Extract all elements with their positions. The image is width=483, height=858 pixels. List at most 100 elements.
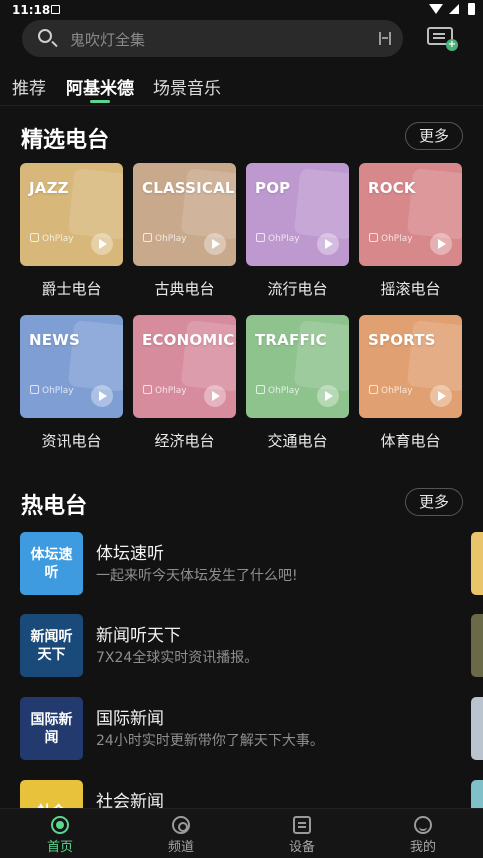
tile-cover-text: TRAFFIC: [255, 331, 327, 349]
radio-title: 新闻听天下: [96, 626, 181, 646]
brand-logo: OhPlay: [143, 233, 187, 244]
hot-more-button[interactable]: 更多: [405, 488, 463, 516]
play-icon[interactable]: [91, 233, 113, 255]
play-icon[interactable]: [204, 385, 226, 407]
brand-logo: OhPlay: [369, 385, 413, 396]
play-icon[interactable]: [317, 233, 339, 255]
station-tile[interactable]: TRAFFIC OhPlay: [246, 315, 349, 418]
carousel-peek: [471, 697, 483, 760]
station-label[interactable]: 资讯电台: [20, 430, 123, 451]
station-label[interactable]: 交通电台: [246, 430, 349, 451]
brand-icon: [30, 233, 39, 242]
top-tabs: 推荐 阿基米德 场景音乐: [0, 74, 483, 103]
search-bar[interactable]: 鬼吹灯全集: [22, 20, 403, 57]
station-label[interactable]: 古典电台: [133, 278, 236, 299]
nav-mine[interactable]: 我的: [383, 809, 463, 858]
play-icon[interactable]: [204, 233, 226, 255]
brand-logo: OhPlay: [30, 233, 74, 244]
brand-text: OhPlay: [381, 234, 413, 244]
brand-text: OhPlay: [155, 234, 187, 244]
station-tile[interactable]: POP OhPlay: [246, 163, 349, 266]
brand-logo: OhPlay: [369, 233, 413, 244]
bottom-nav: 首页 频道 设备 我的: [0, 808, 483, 858]
brand-text: OhPlay: [268, 386, 300, 396]
radio-cover-text: 新闻听天下: [30, 628, 73, 663]
station-tile[interactable]: ECONOMICS OhPlay: [133, 315, 236, 418]
search-icon: [38, 29, 52, 43]
carousel-peek: [471, 532, 483, 595]
nav-home[interactable]: 首页: [20, 809, 100, 858]
nav-channel[interactable]: 频道: [141, 809, 221, 858]
radio-cover-text: 体坛速听: [30, 546, 73, 581]
tab-recommend[interactable]: 推荐: [12, 74, 46, 99]
signal-icon: [449, 4, 459, 14]
radio-title: 体坛速听: [96, 544, 164, 564]
cover-decoration: [67, 168, 123, 240]
play-icon[interactable]: [430, 385, 452, 407]
tile-cover-text: POP: [255, 179, 291, 197]
nav-label: 频道: [167, 840, 194, 855]
brand-icon: [143, 233, 152, 242]
tile-cover-text: ROCK: [368, 179, 416, 197]
station-tile[interactable]: SPORTS OhPlay: [359, 315, 462, 418]
tile-cover-text: ECONOMICS: [142, 331, 236, 349]
hot-radio-item[interactable]: 新闻听天下 新闻听天下 7X24全球实时资讯播报。: [20, 614, 460, 678]
play-icon[interactable]: [91, 385, 113, 407]
radio-description: 24小时实时更新带你了解天下大事。: [96, 733, 324, 749]
nav-label: 我的: [409, 840, 436, 855]
hot-radio-item[interactable]: 国际新闻 国际新闻 24小时实时更新带你了解天下大事。: [20, 697, 460, 761]
tab-scene-music[interactable]: 场景音乐: [153, 74, 221, 99]
station-label[interactable]: 摇滚电台: [359, 278, 462, 299]
brand-icon: [143, 385, 152, 394]
station-tile[interactable]: CLASSICAL OhPlay: [133, 163, 236, 266]
station-label[interactable]: 体育电台: [359, 430, 462, 451]
brand-logo: OhPlay: [256, 233, 300, 244]
tab-archimedes[interactable]: 阿基米德: [66, 74, 134, 99]
station-tile[interactable]: ROCK OhPlay: [359, 163, 462, 266]
search-placeholder: 鬼吹灯全集: [70, 31, 146, 49]
brand-icon: [256, 233, 265, 242]
hot-section-title: 热电台: [21, 494, 88, 519]
play-icon[interactable]: [317, 385, 339, 407]
radio-cover: 新闻听天下: [20, 614, 83, 677]
radio-cover-text: 国际新闻: [30, 711, 73, 746]
station-label[interactable]: 经济电台: [133, 430, 236, 451]
nav-device[interactable]: 设备: [262, 809, 342, 858]
brand-logo: OhPlay: [30, 385, 74, 396]
station-label[interactable]: 爵士电台: [20, 278, 123, 299]
smile-face-icon: [414, 816, 432, 834]
brand-text: OhPlay: [42, 386, 74, 396]
brand-icon: [256, 385, 265, 394]
brand-logo: OhPlay: [256, 385, 300, 396]
tile-cover-text: CLASSICAL: [142, 179, 235, 197]
nav-label: 设备: [288, 840, 315, 855]
brand-text: OhPlay: [42, 234, 74, 244]
station-tile[interactable]: NEWS OhPlay: [20, 315, 123, 418]
tile-cover-text: NEWS: [29, 331, 80, 349]
tile-cover-text: JAZZ: [29, 179, 69, 197]
brand-icon: [30, 385, 39, 394]
featured-more-button[interactable]: 更多: [405, 122, 463, 150]
brand-text: OhPlay: [381, 386, 413, 396]
brand-text: OhPlay: [268, 234, 300, 244]
brand-text: OhPlay: [155, 386, 187, 396]
divider: [0, 105, 483, 106]
scan-icon[interactable]: [379, 32, 391, 45]
hot-radio-item[interactable]: 体坛速听 体坛速听 一起来听今天体坛发生了什么吧!: [20, 532, 460, 596]
brand-icon: [369, 385, 378, 394]
brand-logo: OhPlay: [143, 385, 187, 396]
status-time: 11:18: [12, 3, 51, 17]
radio-description: 7X24全球实时资讯播报。: [96, 650, 259, 666]
station-label[interactable]: 流行电台: [246, 278, 349, 299]
cover-decoration: [293, 168, 349, 240]
radio-cover: 国际新闻: [20, 697, 83, 760]
tile-cover-text: SPORTS: [368, 331, 436, 349]
radio-cover: 体坛速听: [20, 532, 83, 595]
play-icon[interactable]: [430, 233, 452, 255]
tab-indicator: [90, 100, 110, 103]
add-device-button[interactable]: +: [427, 25, 459, 51]
plus-icon: +: [446, 39, 458, 51]
nav-label: 首页: [46, 840, 73, 855]
station-tile[interactable]: JAZZ OhPlay: [20, 163, 123, 266]
battery-icon: [468, 3, 475, 15]
